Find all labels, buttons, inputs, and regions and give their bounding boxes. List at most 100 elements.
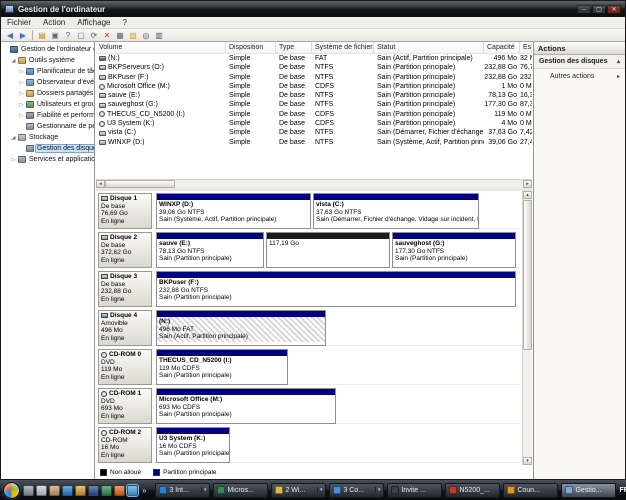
- partition-region-microsoft-office-m[interactable]: Microsoft Office (M:)693 Mo CDFSSain (Pa…: [156, 388, 336, 424]
- disk-label-disque-2[interactable]: Disque 2De base372,62 GoEn ligne: [98, 232, 152, 268]
- quicklaunch-ie-icon[interactable]: [62, 485, 73, 496]
- delete-icon[interactable]: ✕: [101, 30, 113, 41]
- scroll-left-icon[interactable]: ◂: [96, 180, 105, 188]
- collapse-icon[interactable]: ▴: [617, 58, 620, 65]
- search-icon[interactable]: ◎: [140, 30, 152, 41]
- quicklaunch-firefox-icon[interactable]: [114, 485, 125, 496]
- partition-region-u3-system-k[interactable]: U3 System (K:)16 Mo CDFSSain (Partition …: [156, 427, 230, 463]
- scrollbar-thumb[interactable]: [523, 200, 532, 350]
- disk-label-disque-1[interactable]: Disque 1De base76,69 GoEn ligne: [98, 193, 152, 229]
- expander-icon[interactable]: ▷: [18, 102, 25, 108]
- table-row[interactable]: THECUS_CD_N5200 (I:)SimpleDe baseCDFSSai…: [96, 110, 532, 119]
- back-icon[interactable]: ◀: [4, 30, 16, 41]
- sidebar-item-dossiers-partag-s[interactable]: ▷Dossiers partagés: [1, 88, 94, 99]
- sidebar-item-observateur-d-v-neme[interactable]: ▷Observateur d'événeme: [1, 77, 94, 88]
- quicklaunch-excel-icon[interactable]: [101, 485, 112, 496]
- expander-icon[interactable]: ◢: [10, 58, 17, 64]
- window-icon[interactable]: ▣: [49, 30, 61, 41]
- taskbar-button-invite[interactable]: Invite ...: [387, 483, 442, 498]
- taskbar-button-3-co[interactable]: 3 Co...▾: [329, 483, 384, 498]
- disk-label-disque-4[interactable]: Disque 4Amovible496 MoEn ligne: [98, 310, 152, 346]
- taskbar-button-micros[interactable]: Micros...: [213, 483, 268, 498]
- disk-label-disque-3[interactable]: Disque 3De base232,88 GoEn ligne: [98, 271, 152, 307]
- start-button[interactable]: [3, 482, 20, 499]
- expander-icon[interactable]: ▷: [18, 91, 25, 97]
- expander-icon[interactable]: ◢: [10, 135, 17, 141]
- table-row[interactable]: vista (C:)SimpleDe baseNTFSSain (Démarre…: [96, 128, 532, 137]
- quicklaunch-mail-icon[interactable]: [36, 485, 47, 496]
- console-window-icon[interactable]: ▢: [75, 30, 87, 41]
- table-row[interactable]: Microsoft Office (M:)SimpleDe baseCDFSSa…: [96, 82, 532, 91]
- scroll-up-icon[interactable]: ▴: [523, 191, 532, 199]
- column-header-disposition[interactable]: Disposition: [226, 42, 276, 53]
- refresh-icon[interactable]: ⟳: [88, 30, 100, 41]
- partition-region-sauve-e[interactable]: sauve (E:)78,13 Go NTFSSain (Partition p…: [156, 232, 264, 268]
- expander-icon[interactable]: ▷: [18, 80, 25, 86]
- help-icon[interactable]: ?: [62, 30, 74, 41]
- dropdown-arrow-icon[interactable]: ▾: [317, 487, 323, 493]
- language-indicator[interactable]: FR: [619, 487, 626, 494]
- column-header-syst-me-de-fichiers[interactable]: Système de fichiers: [312, 42, 374, 53]
- dropdown-arrow-icon[interactable]: ▾: [375, 487, 381, 493]
- table-row[interactable]: U3 System (K:)SimpleDe baseCDFSSain (Par…: [96, 119, 532, 128]
- partition-region-thecus-cd-n5200-i[interactable]: THECUS_CD_N5200 (I:)119 Mo CDFSSain (Par…: [156, 349, 288, 385]
- column-header-volume[interactable]: Volume: [96, 42, 226, 53]
- scrollbar-thumb[interactable]: [105, 180, 175, 188]
- taskbar-button-2-wi[interactable]: 2 Wi...▾: [271, 483, 326, 498]
- menu-item-[interactable]: ?: [116, 17, 132, 28]
- scroll-down-icon[interactable]: ▾: [523, 457, 532, 465]
- table-row[interactable]: WINXP (D:)SimpleDe baseNTFSSain (Système…: [96, 138, 532, 147]
- disk-label-cd-rom-0[interactable]: CD-ROM 0DVD119 MoEn ligne: [98, 349, 152, 385]
- horizontal-scrollbar[interactable]: ◂ ▸: [96, 179, 532, 188]
- disk-label-cd-rom-1[interactable]: CD-ROM 1DVD693 MoEn ligne: [98, 388, 152, 424]
- maximize-button[interactable]: ▢: [592, 5, 606, 14]
- forward-icon[interactable]: ▶: [17, 30, 29, 41]
- quicklaunch-remote-icon[interactable]: [127, 485, 138, 496]
- taskbar-button-gestio[interactable]: Gestio...: [561, 483, 616, 498]
- column-header-espac[interactable]: Espac: [520, 42, 532, 53]
- open-folder-icon[interactable]: ▨: [127, 30, 139, 41]
- expander-icon[interactable]: ▷: [18, 113, 25, 119]
- sidebar-item-gestion-de-l-ordinateur-local[interactable]: Gestion de l'ordinateur (local): [1, 44, 94, 55]
- quicklaunch-word-icon[interactable]: [88, 485, 99, 496]
- quicklaunch-media-icon[interactable]: [75, 485, 86, 496]
- quicklaunch-user-icon[interactable]: [49, 485, 60, 496]
- sidebar-item-services-et-applications[interactable]: ▷Services et applications: [1, 154, 94, 165]
- properties-icon[interactable]: ▦: [114, 30, 126, 41]
- disk-label-cd-rom-2[interactable]: CD-ROM 2CD-ROM16 MoEn ligne: [98, 427, 152, 463]
- quicklaunch-window-icon[interactable]: [23, 485, 34, 496]
- scroll-right-icon[interactable]: ▸: [523, 180, 532, 188]
- show-tree-icon[interactable]: ▤: [36, 30, 48, 41]
- table-row[interactable]: BKPServeurs (O:)SimpleDe baseNTFSSain (P…: [96, 63, 532, 72]
- partition-region-bkpuser-f[interactable]: BKPuser (F:)232,88 Go NTFSSain (Partitio…: [156, 271, 516, 307]
- partition-region-sauveghost-g[interactable]: sauveghost (G:)177,30 Go NTFSSain (Parti…: [392, 232, 516, 268]
- menu-item-affichage[interactable]: Affichage: [71, 17, 116, 28]
- close-button[interactable]: ✕: [607, 5, 621, 14]
- table-row[interactable]: (N:)SimpleDe baseFATSain (Actif, Partiti…: [96, 54, 532, 63]
- menu-item-action[interactable]: Action: [37, 17, 71, 28]
- table-row[interactable]: sauve (E:)SimpleDe baseNTFSSain (Partiti…: [96, 91, 532, 100]
- title-bar[interactable]: Gestion de l'ordinateur – ▢ ✕: [1, 1, 625, 17]
- partition-region-vista-c[interactable]: vista (C:)37,63 Go NTFSSain (Démarrer, F…: [313, 193, 479, 229]
- taskbar-button-coun[interactable]: Coun...: [503, 483, 558, 498]
- column-header-type[interactable]: Type: [276, 42, 312, 53]
- partition-region-winxp-d[interactable]: WINXP (D:)39,06 Go NTFSSain (Système, Ac…: [156, 193, 311, 229]
- sidebar-item-gestion-des-disques[interactable]: Gestion des disques: [1, 143, 94, 154]
- actions-item-more-actions[interactable]: Autres actions ▸: [534, 69, 625, 83]
- quicklaunch-overflow-icon[interactable]: »: [141, 486, 147, 495]
- sidebar-item-outils-syst-me[interactable]: ◢Outils système: [1, 55, 94, 66]
- taskbar-button-n5200[interactable]: N5200_...: [445, 483, 500, 498]
- partition-region-n[interactable]: (N:)496 Mo FATSain (Actif, Partition pri…: [156, 310, 326, 346]
- expander-icon[interactable]: ▷: [18, 69, 25, 75]
- sidebar-item-utilisateurs-et-groupes-l[interactable]: ▷Utilisateurs et groupes l: [1, 99, 94, 110]
- column-header-capacit[interactable]: Capacité: [484, 42, 520, 53]
- dropdown-arrow-icon[interactable]: ▾: [201, 487, 207, 493]
- menu-item-fichier[interactable]: Fichier: [1, 17, 37, 28]
- column-header-statut[interactable]: Statut: [374, 42, 484, 53]
- minimize-button[interactable]: –: [577, 5, 591, 14]
- unallocated-region[interactable]: 117,19 Go: [266, 232, 390, 268]
- devices-icon[interactable]: ▥: [153, 30, 165, 41]
- actions-section-disk-management[interactable]: Gestion des disques ▴: [534, 55, 625, 69]
- sidebar-item-fiabilit-et-performance[interactable]: ▷Fiabilité et performance: [1, 110, 94, 121]
- table-row[interactable]: BKPuser (F:)SimpleDe baseNTFSSain (Parti…: [96, 73, 532, 82]
